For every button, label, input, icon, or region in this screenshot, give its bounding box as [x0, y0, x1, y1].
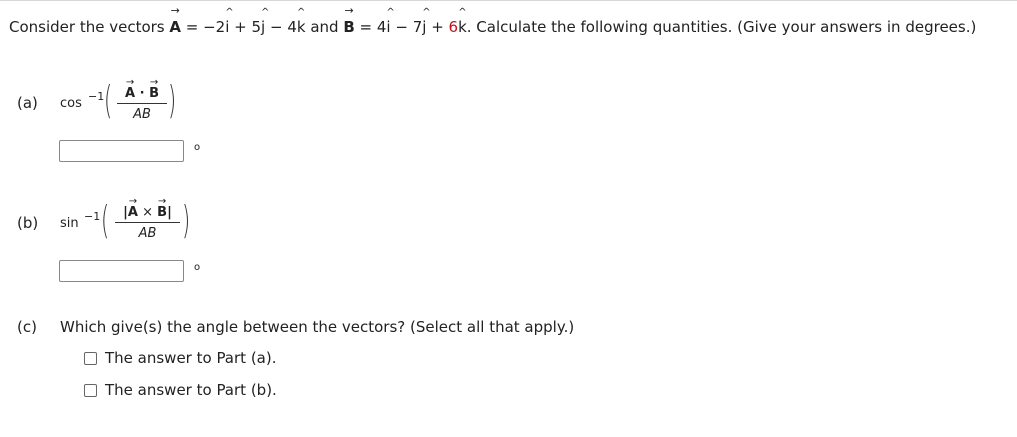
vector-arrow-icon: → [344, 4, 354, 17]
hat-icon: ^ [261, 7, 270, 18]
hat-icon: ^ [225, 7, 234, 18]
unit-k: ^ k [296, 7, 306, 37]
part-b-function: sin [60, 216, 79, 231]
vector-arrow-icon: → [157, 196, 167, 207]
part-b-degree-unit: o [194, 262, 201, 273]
part-a-numerator: → A · → B [117, 77, 167, 104]
vector-arrow-icon: → [170, 4, 180, 17]
vector-a-eq-3: − [265, 18, 288, 36]
hat-icon: ^ [297, 7, 306, 18]
problem-suffix: . Calculate the following quantities. (G… [466, 18, 977, 36]
vector-b: → B [343, 4, 355, 36]
unit-i: ^ i [386, 7, 395, 37]
vector-b-eq-2: − 7 [390, 18, 423, 36]
part-b-exponent: −1 [84, 210, 101, 223]
option-label: The answer to Part (a). [105, 349, 277, 367]
part-b-answer-input[interactable] [59, 260, 184, 282]
option-part-b[interactable]: The answer to Part (b). [84, 380, 277, 400]
problem-statement: Consider the vectors → A = −2 ^ i + 5 ^ j − 4… [9, 4, 1009, 39]
unit-k: ^ k [458, 7, 467, 37]
vector-arrow-icon: → [128, 196, 138, 207]
part-a-fraction: → A · → B AB [117, 77, 167, 122]
problem-prefix: Consider the vectors [9, 18, 165, 36]
part-a-label: (a) [17, 94, 38, 112]
vector-a-eq-2: + 5 [229, 18, 262, 36]
option-part-a[interactable]: The answer to Part (a). [84, 348, 276, 368]
part-b-label: (b) [17, 214, 39, 232]
vector-arrow-icon: → [125, 77, 135, 88]
unit-j: ^ j [422, 7, 431, 37]
right-paren-icon: ) [182, 198, 191, 242]
part-b-denominator: AB [138, 226, 157, 241]
vector-a-eq-1: = −2 [181, 18, 226, 36]
part-c-label: (c) [17, 318, 37, 336]
hat-icon: ^ [386, 7, 395, 18]
vector-b-eq-3: + [426, 18, 449, 36]
option-label: The answer to Part (b). [105, 381, 277, 399]
hat-icon: ^ [422, 7, 431, 18]
part-c-question: Which give(s) the angle between the vect… [60, 318, 575, 336]
part-a-degree-unit: o [194, 142, 201, 153]
checkbox[interactable] [84, 351, 97, 365]
vector-arrow-icon: → [149, 77, 159, 88]
part-a-function: cos [60, 96, 82, 111]
left-paren-icon: ( [101, 198, 110, 242]
left-paren-icon: ( [104, 78, 113, 122]
part-b-numerator: | → A × → B| [115, 196, 180, 223]
vector-a: → A [169, 4, 181, 36]
unit-j: ^ j [261, 7, 270, 37]
top-divider [0, 0, 1017, 1]
part-c: (c) Which give(s) the angle between the … [17, 318, 574, 336]
and-text: and [305, 18, 344, 36]
vector-b-eq-1: = 4 [354, 18, 387, 36]
unit-i: ^ i [225, 7, 234, 37]
part-b-fraction: | → A × → B| AB [115, 196, 180, 241]
part-a-denominator: AB [133, 107, 151, 122]
vector-a-k-coeff: 4 [287, 18, 297, 36]
hat-icon: ^ [458, 7, 467, 18]
part-a-answer-input[interactable] [59, 140, 184, 162]
part-a-exponent: −1 [88, 90, 105, 103]
right-paren-icon: ) [168, 78, 177, 122]
checkbox[interactable] [84, 383, 97, 397]
vector-b-k-coeff: 6 [448, 18, 459, 36]
